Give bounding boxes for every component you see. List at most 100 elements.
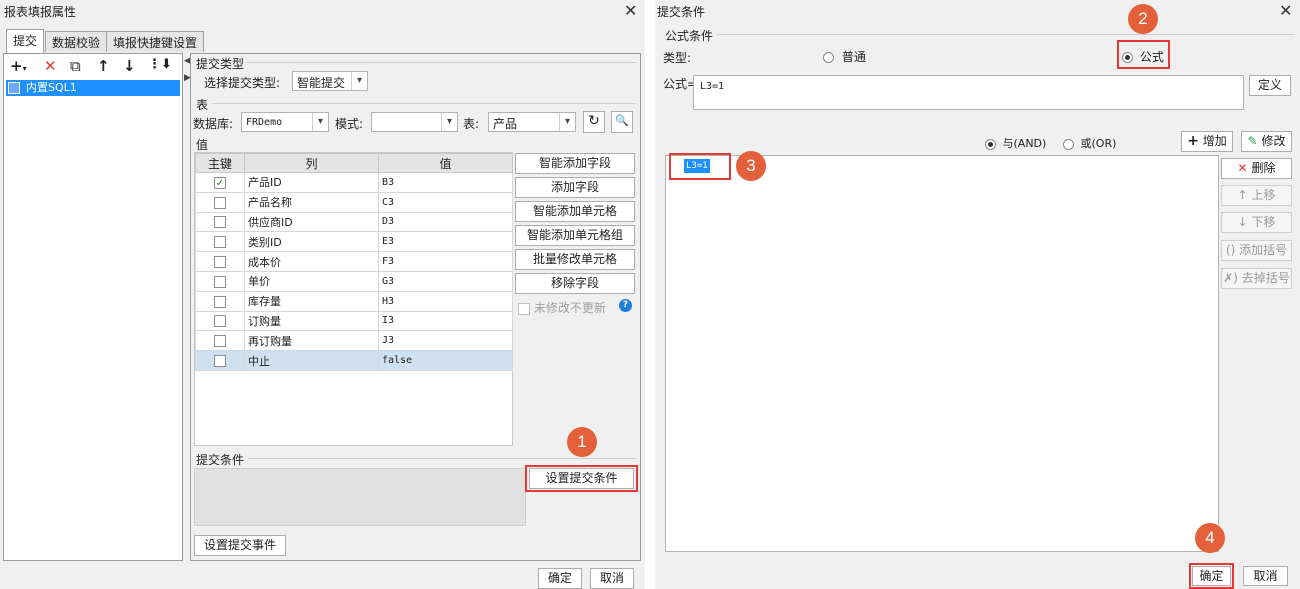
tab-data-validation[interactable]: 数据校验 xyxy=(45,31,108,52)
primary-key-checkbox[interactable] xyxy=(214,295,226,308)
table-row[interactable]: 产品名称 C3 xyxy=(195,191,513,213)
add-bracket-button[interactable]: () 添加括号 xyxy=(1221,240,1292,261)
primary-key-checkbox[interactable] xyxy=(214,196,226,209)
modify-button[interactable]: ✎ 修改 xyxy=(1241,131,1292,152)
no-update-checkbox[interactable]: 未修改不更新 xyxy=(518,299,606,316)
define-button[interactable]: 定义 xyxy=(1249,75,1291,96)
tree-item-builtin-sql[interactable]: 内置SQL1 xyxy=(6,80,180,96)
table-row[interactable]: 再订购量 J3 xyxy=(195,330,513,352)
move-down-button[interactable]: ↓ 下移 xyxy=(1221,212,1292,233)
delete-button[interactable]: ✕ 删除 xyxy=(1221,158,1292,179)
primary-key-cell[interactable] xyxy=(195,251,245,272)
table-row[interactable]: 中止 false xyxy=(195,350,513,371)
primary-key-cell[interactable] xyxy=(195,211,245,233)
set-submit-condition-button[interactable]: 设置提交条件 xyxy=(529,468,634,489)
radio-or[interactable]: 或(OR) xyxy=(1063,135,1116,151)
radio-circle xyxy=(823,52,834,63)
database-select[interactable]: FRDemo ▾ xyxy=(241,112,329,132)
primary-key-cell[interactable] xyxy=(195,330,245,352)
submit-type-select[interactable]: 智能提交 ▾ xyxy=(292,71,368,91)
column-name-cell[interactable]: 单价 xyxy=(244,270,379,292)
table-row[interactable]: 供应商ID D3 xyxy=(195,211,513,233)
primary-key-cell[interactable] xyxy=(195,191,245,213)
table-row[interactable]: 成本价 F3 xyxy=(195,251,513,272)
move-up-icon[interactable]: ↑ xyxy=(97,57,110,75)
close-icon[interactable]: ✕ xyxy=(1279,1,1292,20)
ok-button[interactable]: 确定 xyxy=(538,568,582,589)
column-name-cell[interactable]: 中止 xyxy=(244,350,379,371)
preview-icon[interactable]: 🔍 xyxy=(611,111,633,133)
formula-input[interactable]: L3=1 xyxy=(693,75,1244,110)
ok-button[interactable]: 确定 xyxy=(1192,566,1231,586)
table-select[interactable]: 产品 ▾ xyxy=(488,112,576,132)
add-button[interactable]: + 增加 xyxy=(1181,131,1233,152)
value-cell[interactable]: B3 xyxy=(378,172,513,193)
value-cell[interactable]: E3 xyxy=(378,231,513,253)
primary-key-checkbox[interactable] xyxy=(214,355,226,368)
table-row[interactable]: ✓ 产品ID B3 xyxy=(195,172,513,193)
primary-key-cell[interactable]: ✓ xyxy=(195,172,245,193)
value-cell[interactable]: I3 xyxy=(378,310,513,332)
delete-icon[interactable]: ✕ xyxy=(44,57,57,75)
value-cell[interactable]: G3 xyxy=(378,270,513,292)
set-submit-event-button[interactable]: 设置提交事件 xyxy=(194,535,286,556)
mode-select[interactable]: ▾ xyxy=(371,112,458,132)
value-cell[interactable]: D3 xyxy=(378,211,513,233)
batch-modify-cell-button[interactable]: 批量修改单元格 xyxy=(515,249,635,270)
column-name-cell[interactable]: 库存量 xyxy=(244,290,379,312)
primary-key-checkbox[interactable] xyxy=(214,315,226,328)
column-name-cell[interactable]: 再订购量 xyxy=(244,330,379,352)
tab-shortcut-settings[interactable]: 填报快捷键设置 xyxy=(106,31,205,52)
column-name-cell[interactable]: 类别ID xyxy=(244,231,379,253)
move-up-button[interactable]: ↑ 上移 xyxy=(1221,185,1292,206)
primary-key-cell[interactable] xyxy=(195,350,245,371)
table-row[interactable]: 订购量 I3 xyxy=(195,310,513,332)
value-cell[interactable]: H3 xyxy=(378,290,513,312)
column-name-cell[interactable]: 产品名称 xyxy=(244,191,379,213)
primary-key-checkbox[interactable]: ✓ xyxy=(214,176,226,189)
sort-icon[interactable]: ⋮⬇ xyxy=(148,57,172,72)
arrow-up-icon: ↑ xyxy=(1237,188,1248,202)
primary-key-checkbox[interactable] xyxy=(214,236,226,249)
add-field-button[interactable]: 添加字段 xyxy=(515,177,635,198)
primary-key-cell[interactable] xyxy=(195,270,245,292)
close-icon[interactable]: ✕ xyxy=(624,1,637,20)
add-icon[interactable]: +▾ xyxy=(10,57,27,75)
value-cell[interactable]: C3 xyxy=(378,191,513,213)
move-down-icon[interactable]: ↓ xyxy=(123,57,136,75)
tab-submit[interactable]: 提交 xyxy=(6,29,45,53)
smart-add-cell-button[interactable]: 智能添加单元格 xyxy=(515,201,635,222)
database-icon xyxy=(8,82,20,94)
primary-key-checkbox[interactable] xyxy=(214,216,226,229)
table-row[interactable]: 库存量 H3 xyxy=(195,290,513,312)
column-name-cell[interactable]: 成本价 xyxy=(244,251,379,272)
refresh-icon[interactable]: ↻ xyxy=(583,111,605,133)
cancel-button[interactable]: 取消 xyxy=(590,568,634,589)
smart-add-cell-group-button[interactable]: 智能添加单元格组 xyxy=(515,225,635,246)
radio-normal[interactable]: 普通 xyxy=(823,48,866,65)
radio-formula[interactable]: 公式 xyxy=(1122,48,1164,65)
table-row[interactable]: 单价 G3 xyxy=(195,270,513,292)
primary-key-cell[interactable] xyxy=(195,231,245,253)
radio-and[interactable]: 与(AND) xyxy=(985,135,1046,151)
copy-icon[interactable]: ⧉ xyxy=(70,57,81,75)
primary-key-checkbox[interactable] xyxy=(214,256,226,269)
value-cell[interactable]: J3 xyxy=(378,330,513,352)
help-icon[interactable]: ? xyxy=(619,299,632,312)
column-name-cell[interactable]: 产品ID xyxy=(244,172,379,193)
remove-field-button[interactable]: 移除字段 xyxy=(515,273,635,294)
value-cell[interactable]: F3 xyxy=(378,251,513,272)
value-cell[interactable]: false xyxy=(378,350,513,371)
primary-key-checkbox[interactable] xyxy=(214,335,226,348)
column-name-cell[interactable]: 订购量 xyxy=(244,310,379,332)
smart-add-field-button[interactable]: 智能添加字段 xyxy=(515,153,635,174)
primary-key-cell[interactable] xyxy=(195,310,245,332)
radio-circle xyxy=(985,138,996,150)
condition-item[interactable]: L3=1 xyxy=(684,159,710,173)
remove-bracket-button[interactable]: ✗) 去掉括号 xyxy=(1221,268,1292,289)
table-row[interactable]: 类别ID E3 xyxy=(195,231,513,253)
column-name-cell[interactable]: 供应商ID xyxy=(244,211,379,233)
primary-key-cell[interactable] xyxy=(195,290,245,312)
primary-key-checkbox[interactable] xyxy=(214,275,226,288)
cancel-button[interactable]: 取消 xyxy=(1243,566,1288,586)
